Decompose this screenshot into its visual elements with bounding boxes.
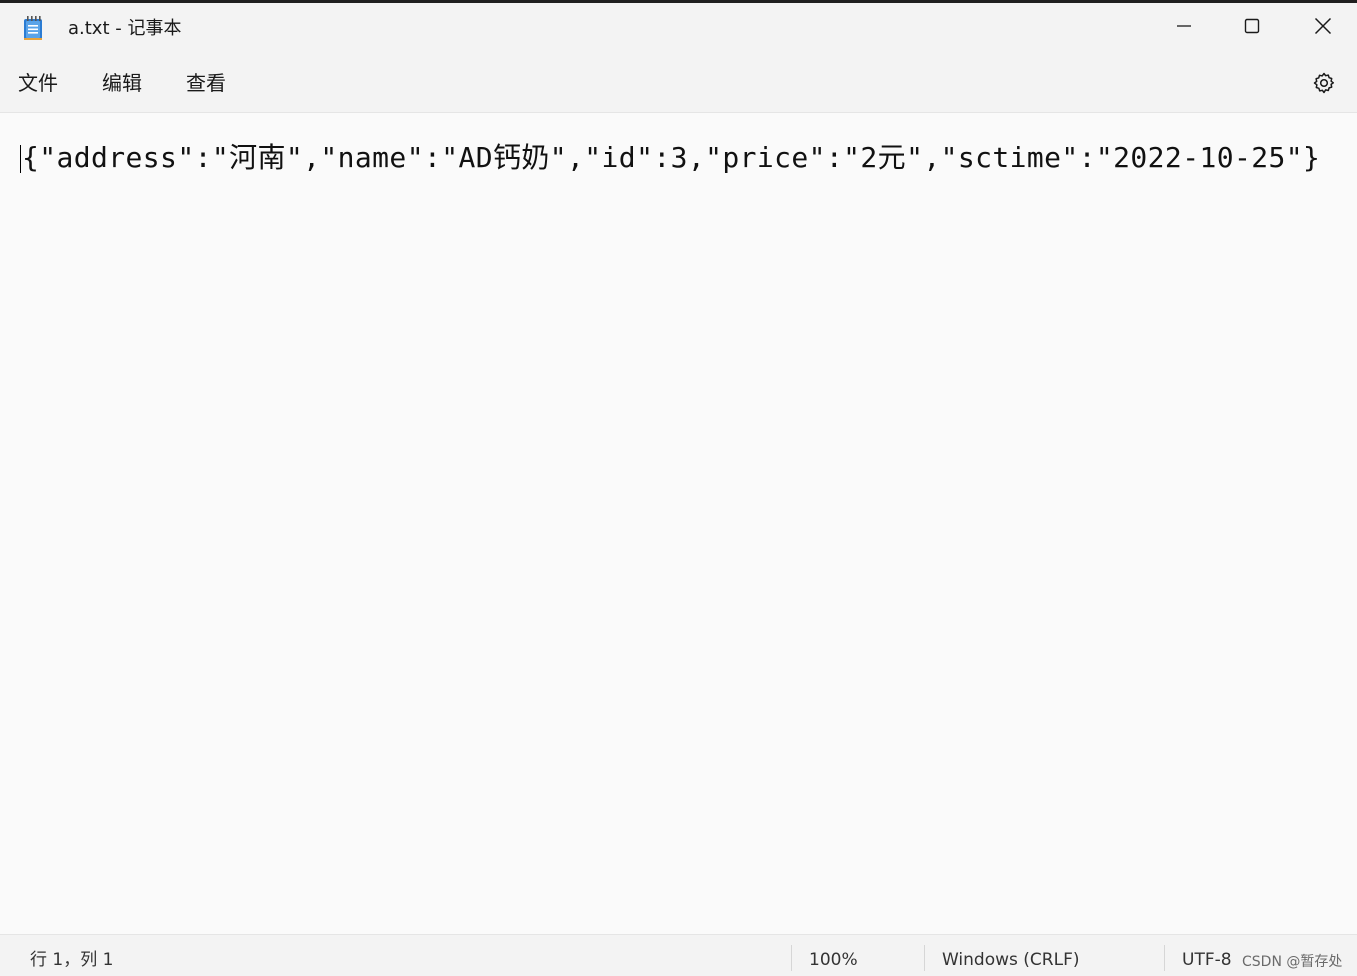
editor-text-line[interactable]: {"address":"河南","name":"AD钙奶","id":3,"pr… — [22, 139, 1320, 177]
status-divider — [791, 945, 792, 971]
status-bar: 行 1，列 1 100% Windows (CRLF) UTF-8 CSDN @… — [0, 934, 1357, 976]
encoding[interactable]: UTF-8 — [1182, 949, 1232, 971]
status-divider — [924, 945, 925, 971]
text-caret — [20, 145, 21, 173]
status-divider — [1164, 945, 1165, 971]
maximize-button[interactable] — [1218, 3, 1286, 49]
maximize-icon — [1244, 18, 1260, 34]
window-title: a.txt - 记事本 — [68, 18, 182, 39]
zoom-level[interactable]: 100% — [809, 949, 858, 971]
cursor-position: 行 1，列 1 — [30, 950, 114, 970]
settings-button[interactable] — [1306, 67, 1342, 103]
menu-view[interactable]: 查看 — [186, 70, 226, 96]
menu-edit[interactable]: 编辑 — [102, 70, 142, 96]
close-icon — [1314, 17, 1332, 35]
minimize-button[interactable] — [1150, 3, 1218, 49]
notepad-window: a.txt - 记事本 文件 编辑 查看 {"address":"河南","na… — [0, 0, 1357, 976]
menu-bar: 文件 编辑 查看 — [0, 55, 1357, 111]
title-bar[interactable]: a.txt - 记事本 — [0, 3, 1357, 55]
watermark-text: CSDN @暂存处 — [1242, 954, 1343, 970]
close-button[interactable] — [1289, 3, 1357, 49]
notepad-icon — [22, 15, 44, 41]
text-editor[interactable]: {"address":"河南","name":"AD钙奶","id":3,"pr… — [0, 112, 1357, 934]
gear-icon — [1312, 71, 1336, 99]
menu-file[interactable]: 文件 — [18, 70, 58, 96]
line-ending[interactable]: Windows (CRLF) — [942, 949, 1080, 971]
minimize-icon — [1176, 18, 1192, 34]
